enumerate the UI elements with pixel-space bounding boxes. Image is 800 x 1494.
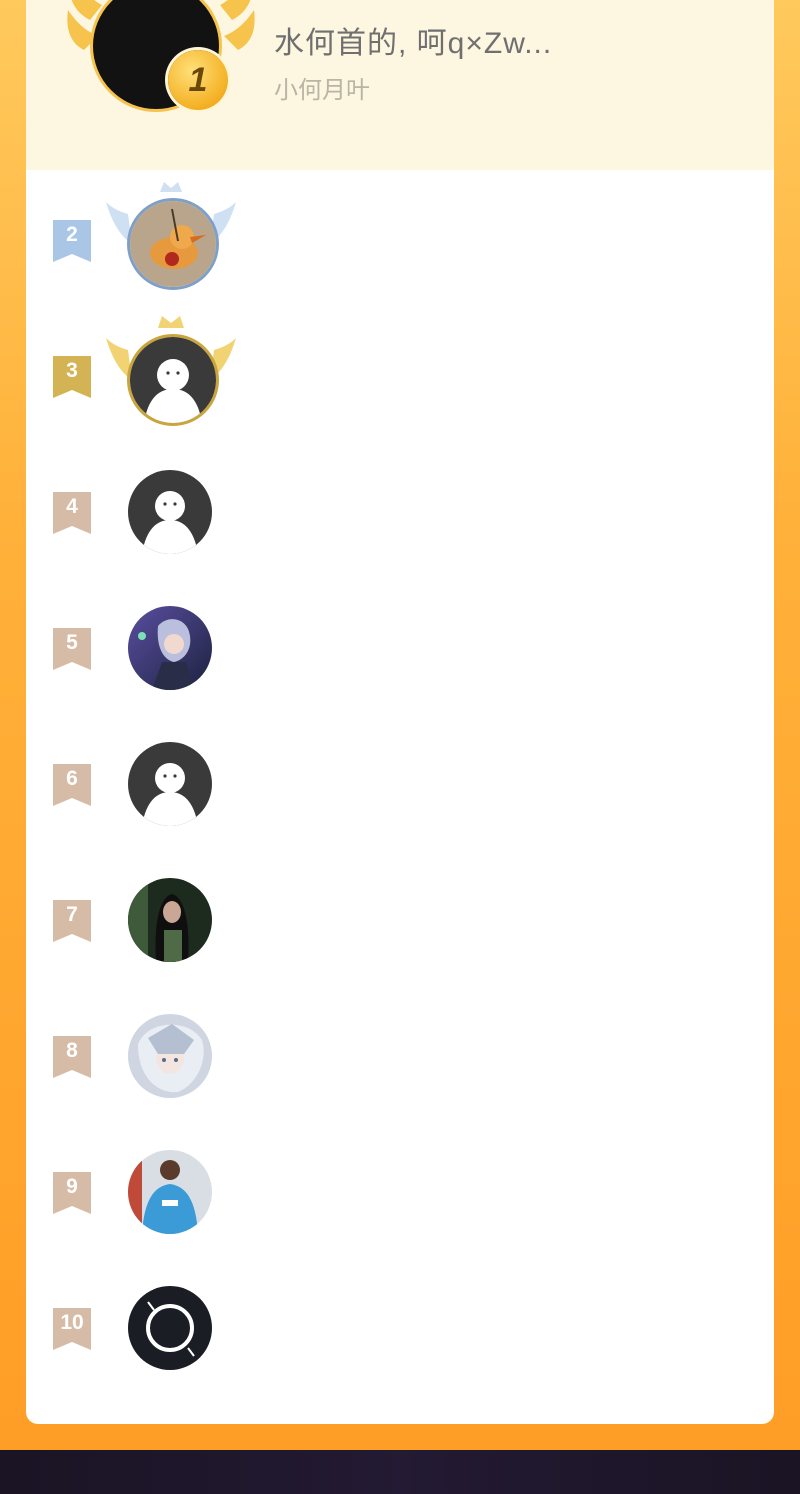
ranking-row-9[interactable]: 9 xyxy=(26,1122,774,1258)
rank-number: 6 xyxy=(66,767,78,790)
rank-number: 4 xyxy=(66,495,78,518)
ranking-row-7[interactable]: 7 xyxy=(26,850,774,986)
default-avatar[interactable] xyxy=(128,470,212,554)
ranking-row-8[interactable]: 8 xyxy=(26,986,774,1122)
anime-silver-avatar[interactable] xyxy=(128,1014,212,1098)
ranking-row-6[interactable]: 6 xyxy=(26,714,774,850)
ranking-row-2[interactable]: 2 xyxy=(26,170,774,306)
anime-avatar[interactable] xyxy=(128,606,212,690)
default-avatar[interactable] xyxy=(127,334,219,426)
rank-number: 10 xyxy=(60,1311,84,1334)
first-place-avatar-group[interactable]: 1 xyxy=(62,0,262,120)
rank-flag-icon: 6 xyxy=(53,764,91,806)
rank-flag-icon: 7 xyxy=(53,900,91,942)
rank-flag-icon: 10 xyxy=(53,1308,91,1350)
rank-number: 2 xyxy=(66,223,78,246)
bottom-bar xyxy=(0,1450,800,1494)
portrait-avatar[interactable] xyxy=(128,878,212,962)
rank-flag-icon: 9 xyxy=(53,1172,91,1214)
rank-number: 7 xyxy=(66,903,78,926)
rank-number: 9 xyxy=(66,1175,78,1198)
leaderboard-card: 1 水何首的, 呵q×Zw... 小何月叶 2 3 4 5 6 7 8 9 10 xyxy=(26,0,774,1424)
ranking-row-10[interactable]: 10 xyxy=(26,1258,774,1394)
first-place-subtitle: 小何月叶 xyxy=(274,77,370,104)
rank-flag-icon: 5 xyxy=(53,628,91,670)
rank-flag-icon: 8 xyxy=(53,1036,91,1078)
rank-1-badge: 1 xyxy=(168,50,228,110)
duck-avatar[interactable] xyxy=(127,198,219,290)
ranking-row-4[interactable]: 4 xyxy=(26,442,774,578)
person-avatar[interactable] xyxy=(128,1150,212,1234)
ranking-row-3[interactable]: 3 xyxy=(26,306,774,442)
first-place-name: 水何首的, 呵q×Zw... xyxy=(274,27,553,60)
default-avatar[interactable] xyxy=(128,742,212,826)
ranking-row-5[interactable]: 5 xyxy=(26,578,774,714)
rank-number: 5 xyxy=(66,631,78,654)
rank-number: 3 xyxy=(66,359,78,382)
rank-flag-icon: 3 xyxy=(53,356,91,398)
rank-flag-icon: 2 xyxy=(53,220,91,262)
ring-avatar[interactable] xyxy=(128,1286,212,1370)
rank-flag-icon: 4 xyxy=(53,492,91,534)
first-place-section[interactable]: 1 水何首的, 呵q×Zw... 小何月叶 xyxy=(26,0,774,170)
rank-number: 8 xyxy=(66,1039,78,1062)
